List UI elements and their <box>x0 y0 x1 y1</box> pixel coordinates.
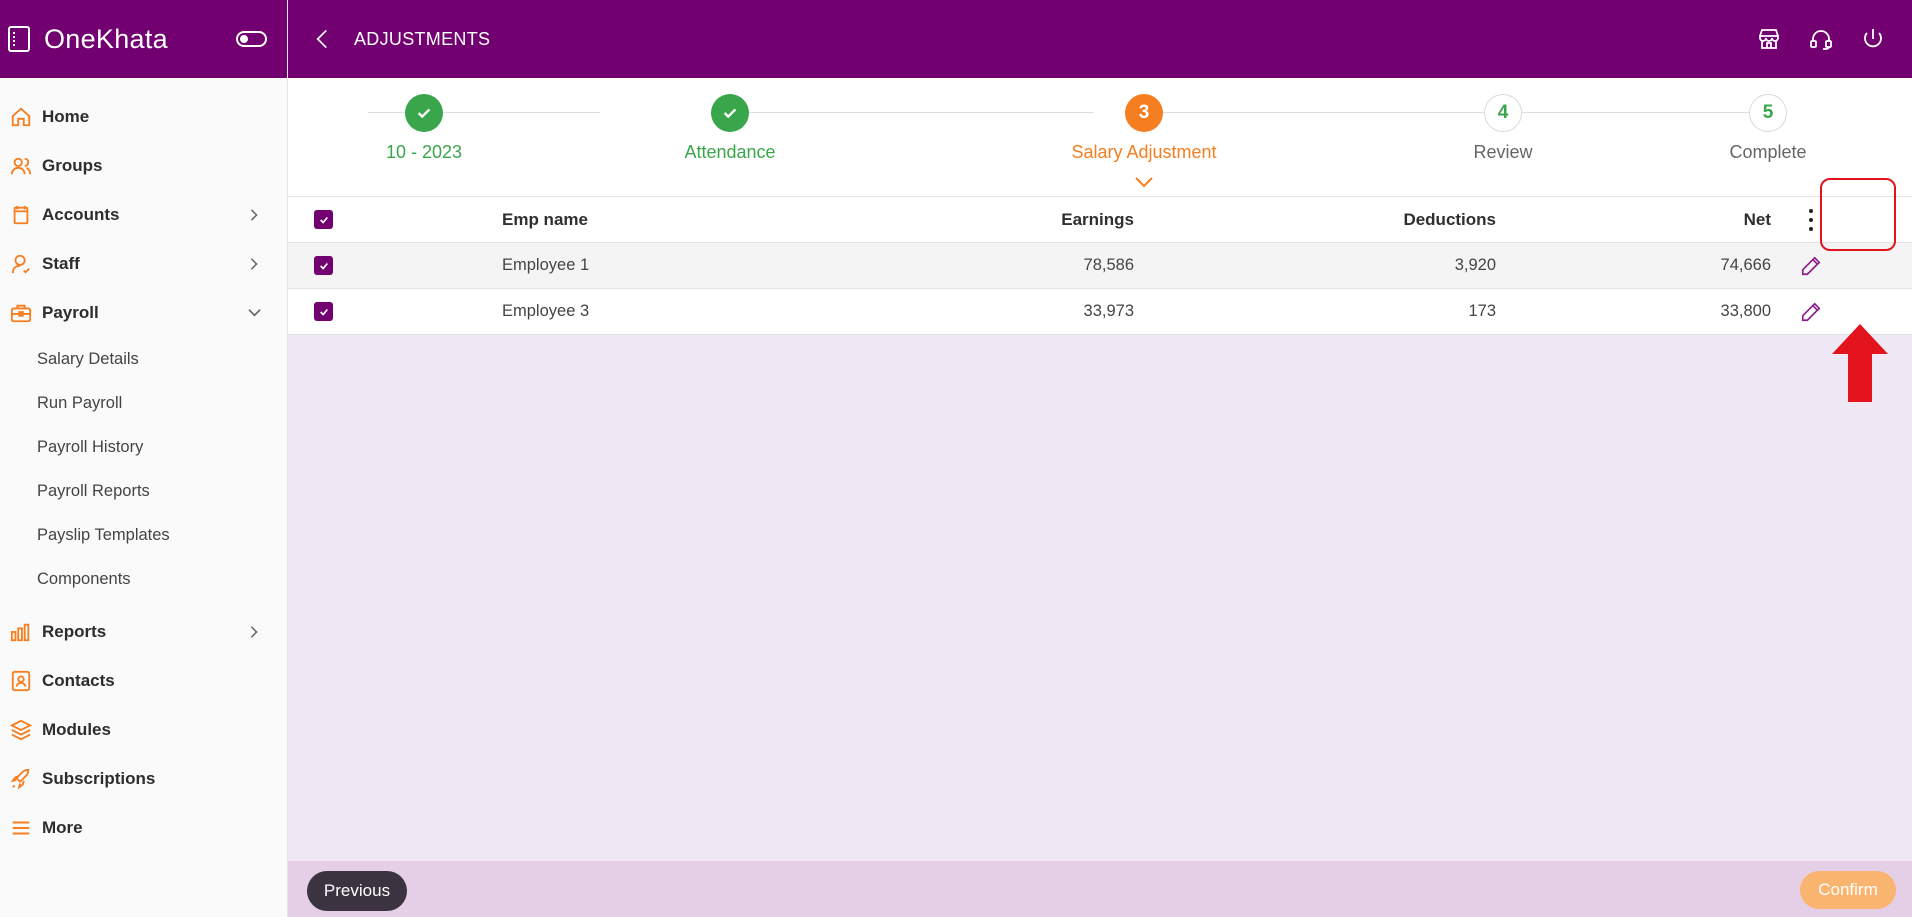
more-options-icon[interactable] <box>1807 208 1815 231</box>
col-header-emp-name[interactable]: Emp name <box>502 210 834 230</box>
theme-toggle[interactable] <box>236 31 267 47</box>
sidebar-item-reports[interactable]: Reports <box>0 607 287 656</box>
select-all-checkbox[interactable] <box>314 210 333 229</box>
top-header: ADJUSTMENTS <box>288 0 1912 78</box>
step-label: Salary Adjustment <box>1071 142 1217 162</box>
step-number: 4 <box>1484 94 1522 132</box>
row-checkbox[interactable] <box>314 302 333 321</box>
confirm-button[interactable]: Confirm <box>1800 871 1896 909</box>
page-title: ADJUSTMENTS <box>354 28 491 49</box>
sidebar-subitem-payroll-history[interactable]: Payroll History <box>0 425 287 469</box>
book-icon <box>10 204 32 226</box>
brand-bar: OneKhata <box>0 0 287 78</box>
check-icon <box>405 94 443 132</box>
col-header-earnings[interactable]: Earnings <box>834 210 1134 230</box>
sidebar-subitem-payroll-reports[interactable]: Payroll Reports <box>0 469 287 513</box>
bar-chart-icon <box>10 621 32 643</box>
sidebar-item-label: Accounts <box>42 204 120 224</box>
earnings-cell: 33,973 <box>1083 302 1134 320</box>
sidebar-nav: Home Groups Accounts Staff Payroll Salar… <box>0 78 287 852</box>
table-row: Employee 1 78,586 3,920 74,666 <box>288 243 1912 289</box>
sidebar-item-staff[interactable]: Staff <box>0 239 287 288</box>
staff-icon <box>10 253 32 275</box>
chevron-right-icon <box>247 625 261 639</box>
step-label: Complete <box>1729 142 1807 162</box>
notebook-icon <box>8 26 30 52</box>
main-content: 10 - 2023 Attendance 3 Salary Adjustment… <box>288 78 1912 861</box>
app-name: OneKhata <box>44 23 168 54</box>
step-label: Review <box>1473 142 1533 162</box>
edit-pencil-icon[interactable] <box>1800 301 1822 323</box>
sidebar-item-groups[interactable]: Groups <box>0 141 287 190</box>
table-header-row: Emp name Earnings Deductions Net <box>288 197 1912 243</box>
col-header-deductions[interactable]: Deductions <box>1134 210 1496 230</box>
sidebar-item-label: Payroll <box>42 302 99 322</box>
groups-icon <box>10 155 32 177</box>
sidebar-subitem-salary-details[interactable]: Salary Details <box>0 337 287 381</box>
chevron-right-icon <box>247 257 261 271</box>
highlight-annotation-box <box>1820 178 1896 251</box>
edit-pencil-icon[interactable] <box>1800 255 1822 277</box>
sidebar-item-more[interactable]: More <box>0 803 287 852</box>
step-label: 10 - 2023 <box>385 142 463 162</box>
emp-name-cell: Employee 3 <box>502 302 590 320</box>
table-row: Employee 3 33,973 173 33,800 <box>288 289 1912 335</box>
sidebar-item-modules[interactable]: Modules <box>0 705 287 754</box>
menu-icon <box>10 817 32 839</box>
sidebar-item-accounts[interactable]: Accounts <box>0 190 287 239</box>
sidebar-item-label: Home <box>42 106 90 126</box>
emp-name-cell: Employee 1 <box>502 256 590 274</box>
deductions-cell: 173 <box>1468 302 1496 320</box>
home-icon <box>10 106 32 128</box>
sidebar-item-label: More <box>42 817 83 837</box>
power-icon[interactable] <box>1860 26 1886 52</box>
sidebar-item-home[interactable]: Home <box>0 92 287 141</box>
net-cell: 74,666 <box>1720 256 1771 274</box>
sidebar-subitem-payslip-templates[interactable]: Payslip Templates <box>0 513 287 557</box>
net-cell: 33,800 <box>1720 302 1771 320</box>
adjustments-table: Emp name Earnings Deductions Net Employe… <box>288 196 1912 335</box>
step-complete[interactable]: 5 Complete <box>1658 94 1878 163</box>
headset-icon[interactable] <box>1808 26 1834 52</box>
sidebar-item-subscriptions[interactable]: Subscriptions <box>0 754 287 803</box>
chevron-down-icon <box>1135 177 1153 188</box>
sidebar-item-contacts[interactable]: Contacts <box>0 656 287 705</box>
chevron-down-icon <box>247 306 261 320</box>
step-salary-adjustment[interactable]: 3 Salary Adjustment <box>1034 94 1254 188</box>
progress-stepper: 10 - 2023 Attendance 3 Salary Adjustment… <box>288 78 1912 196</box>
step-attendance[interactable]: Attendance <box>620 94 840 163</box>
deductions-cell: 3,920 <box>1454 256 1496 274</box>
back-arrow-icon[interactable] <box>312 29 332 49</box>
step-label: Attendance <box>684 142 776 162</box>
store-icon[interactable] <box>1756 26 1782 52</box>
step-number: 3 <box>1125 94 1163 132</box>
sidebar-subitem-components[interactable]: Components <box>0 557 287 601</box>
col-header-net[interactable]: Net <box>1496 210 1771 230</box>
sidebar-item-payroll[interactable]: Payroll <box>0 288 287 337</box>
layers-icon <box>10 719 32 741</box>
step-period[interactable]: 10 - 2023 <box>314 94 534 163</box>
sidebar-item-label: Contacts <box>42 670 115 690</box>
row-checkbox[interactable] <box>314 256 333 275</box>
sidebar-item-label: Staff <box>42 253 80 273</box>
sidebar-subitem-run-payroll[interactable]: Run Payroll <box>0 381 287 425</box>
previous-button[interactable]: Previous <box>307 871 407 911</box>
sidebar-item-label: Groups <box>42 155 103 175</box>
sidebar-item-label: Reports <box>42 621 107 641</box>
chevron-right-icon <box>247 208 261 222</box>
step-number: 5 <box>1749 94 1787 132</box>
briefcase-icon <box>10 302 32 324</box>
up-arrow-annotation-icon <box>1832 324 1888 402</box>
sidebar-item-label: Subscriptions <box>42 768 156 788</box>
sidebar-item-label: Modules <box>42 719 111 739</box>
rocket-icon <box>10 768 32 790</box>
contact-book-icon <box>10 670 32 692</box>
check-icon <box>711 94 749 132</box>
earnings-cell: 78,586 <box>1083 256 1134 274</box>
bottom-action-bar: Previous Confirm <box>288 861 1912 917</box>
step-review[interactable]: 4 Review <box>1393 94 1613 163</box>
sidebar: OneKhata Home Groups Accounts Staff Payr… <box>0 0 288 917</box>
